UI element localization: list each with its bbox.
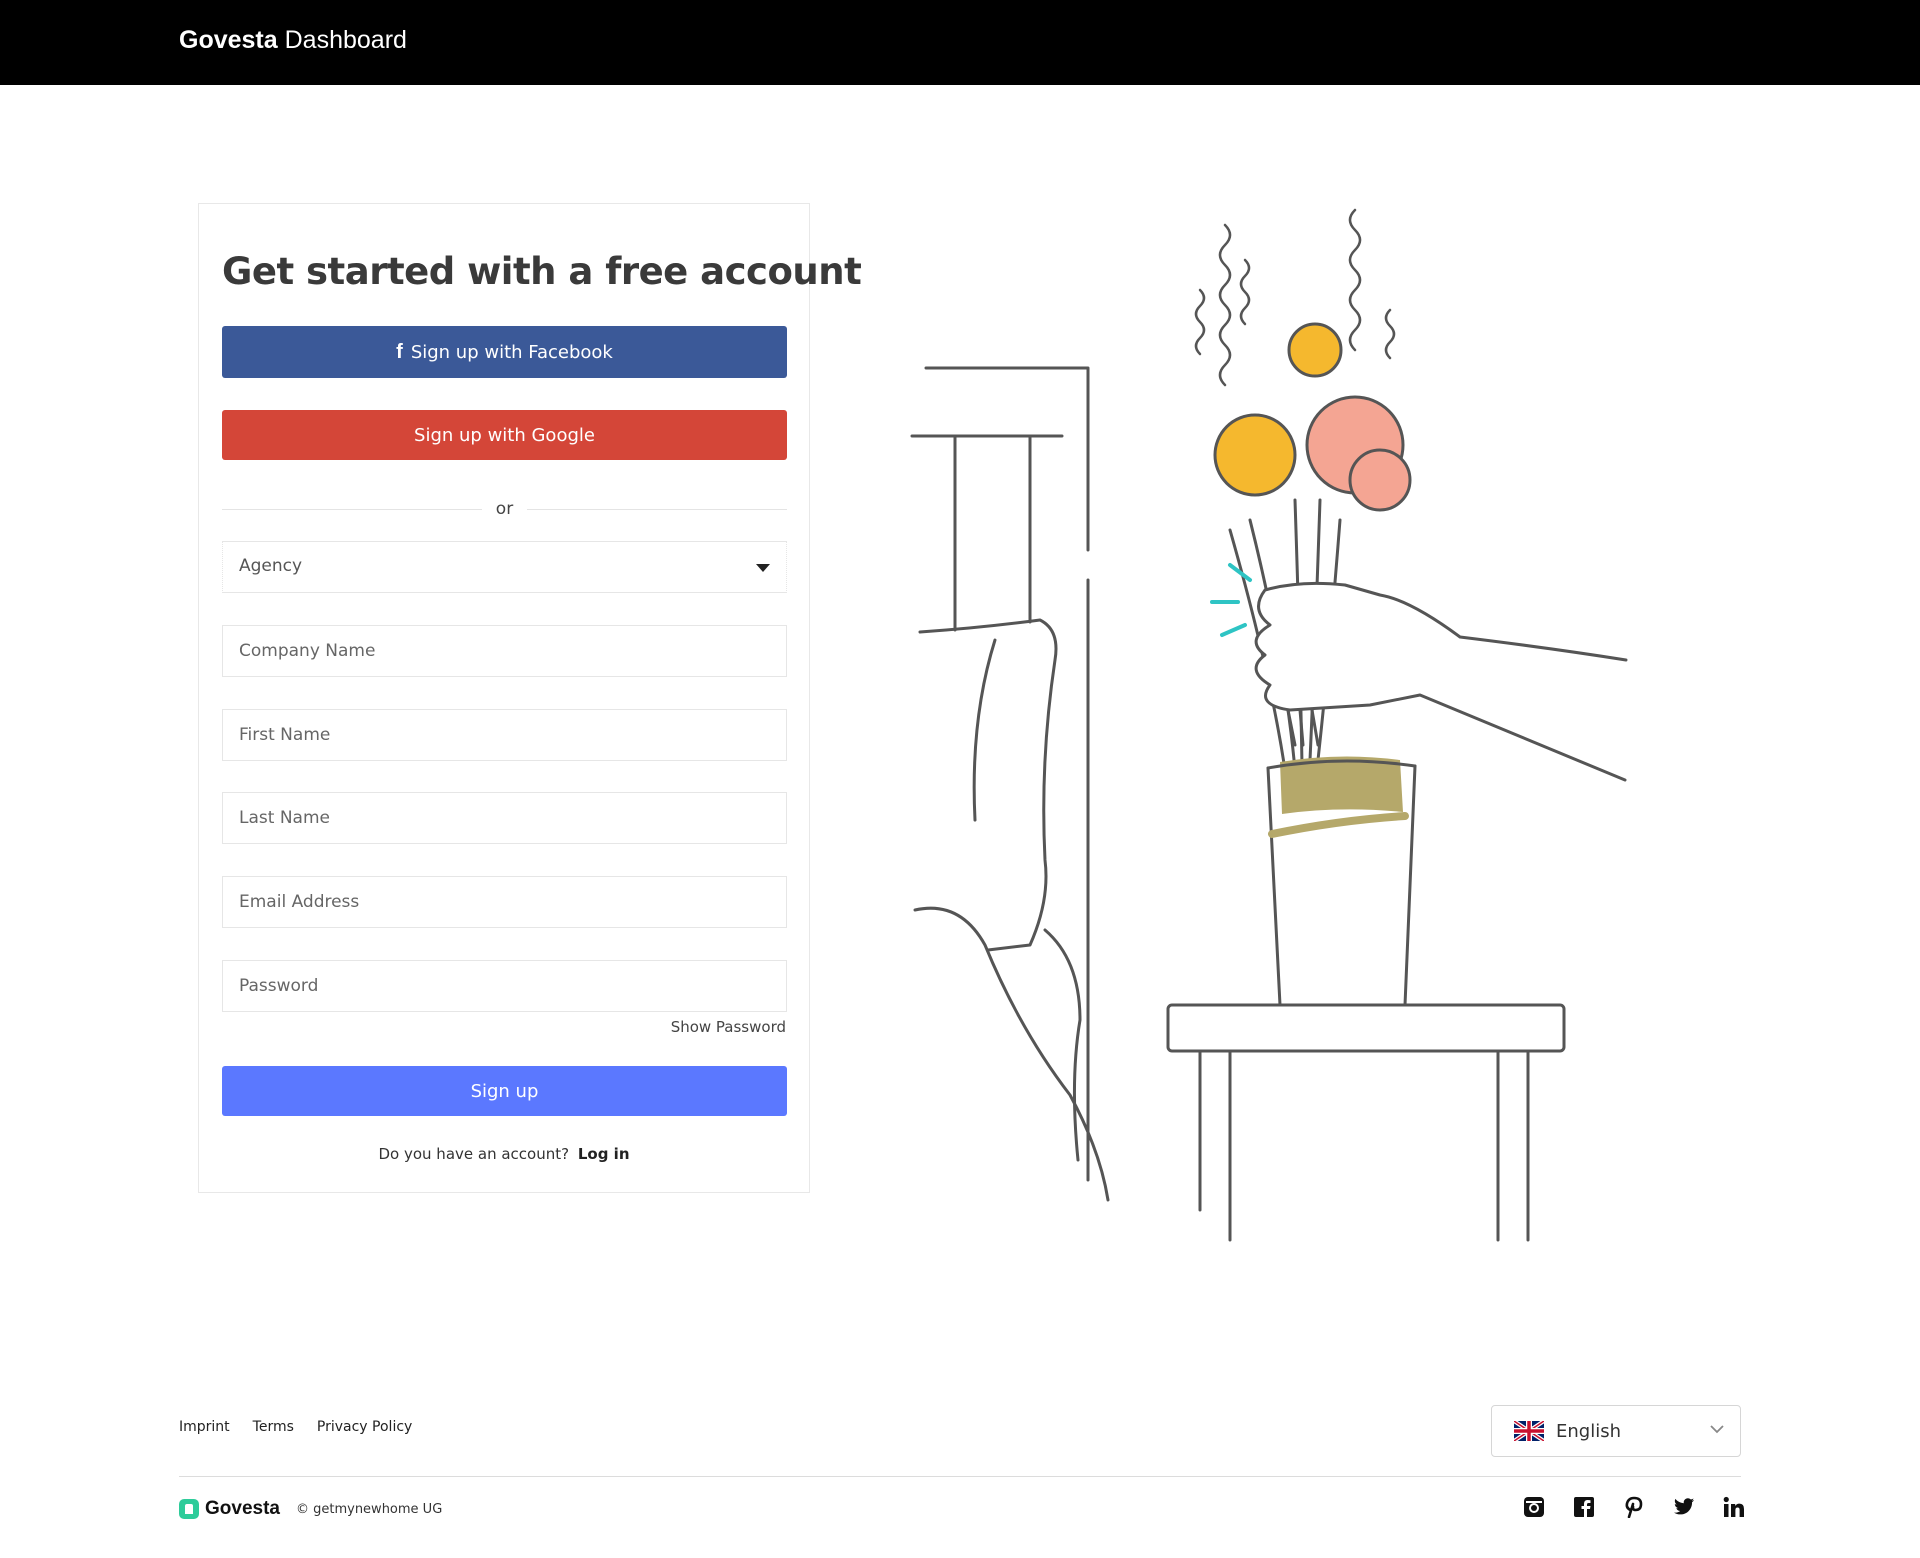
first-name-input[interactable] (223, 710, 786, 760)
social-links (1522, 1495, 1746, 1519)
footer-divider (179, 1476, 1741, 1477)
show-password-toggle[interactable]: Show Password (671, 1018, 786, 1036)
brand-logo[interactable]: Govesta Dashboard (179, 26, 407, 55)
signup-button[interactable]: Sign up (222, 1066, 787, 1116)
company-name-field-wrap (222, 625, 787, 677)
facebook-signup-button[interactable]: f Sign up with Facebook (222, 326, 787, 378)
uk-flag-icon (1512, 1419, 1546, 1443)
footer-link-imprint[interactable]: Imprint (179, 1419, 230, 1435)
facebook-icon[interactable] (1572, 1495, 1596, 1519)
divider-line-right (527, 509, 787, 510)
email-input[interactable] (223, 877, 786, 927)
email-field-wrap (222, 876, 787, 928)
linkedin-icon[interactable] (1722, 1495, 1746, 1519)
footer-link-terms[interactable]: Terms (253, 1419, 294, 1435)
copyright: © getmynewhome UG (295, 1501, 443, 1517)
twitter-icon[interactable] (1672, 1495, 1696, 1519)
footer-link-privacy[interactable]: Privacy Policy (317, 1419, 412, 1435)
last-name-field-wrap (222, 792, 787, 844)
login-prompt-row: Do you have an account? Log in (199, 1145, 809, 1163)
chevron-down-icon (1708, 1420, 1726, 1442)
top-bar: Govesta Dashboard (0, 0, 1920, 85)
pinterest-icon[interactable] (1622, 1495, 1646, 1519)
account-type-value: Agency (239, 556, 303, 576)
google-signup-button[interactable]: Sign up with Google (222, 410, 787, 460)
flower-bouquet-illustration (900, 200, 1640, 1254)
page-title: Get started with a free account (222, 250, 862, 293)
google-signup-label: Sign up with Google (414, 424, 595, 446)
or-divider: or (222, 499, 787, 521)
signup-card: Get started with a free account f Sign u… (198, 203, 862, 1193)
facebook-signup-label: Sign up with Facebook (410, 341, 613, 363)
footer-links: Imprint Terms Privacy Policy (179, 1419, 412, 1435)
password-input[interactable] (223, 961, 786, 1011)
language-label: English (1556, 1420, 1621, 1442)
caret-down-icon (756, 564, 770, 572)
footer-brand: Govesta © getmynewhome UG (179, 1498, 442, 1520)
password-field-wrap (222, 960, 787, 1012)
login-prompt: Do you have an account? (378, 1145, 570, 1163)
language-select[interactable]: English (1491, 1405, 1741, 1457)
brand-name: Govesta (179, 26, 278, 54)
brand-suffix: Dashboard (284, 26, 407, 54)
govesta-logo-icon (179, 1499, 199, 1519)
last-name-input[interactable] (223, 793, 786, 843)
signup-button-label: Sign up (470, 1080, 539, 1102)
account-type-select[interactable]: Agency (222, 541, 787, 593)
instagram-icon[interactable] (1522, 1495, 1546, 1519)
facebook-icon: f (396, 340, 403, 363)
login-link[interactable]: Log in (578, 1145, 630, 1163)
footer-brand-name: Govesta (205, 1498, 280, 1519)
first-name-field-wrap (222, 709, 787, 761)
company-name-input[interactable] (223, 626, 786, 676)
